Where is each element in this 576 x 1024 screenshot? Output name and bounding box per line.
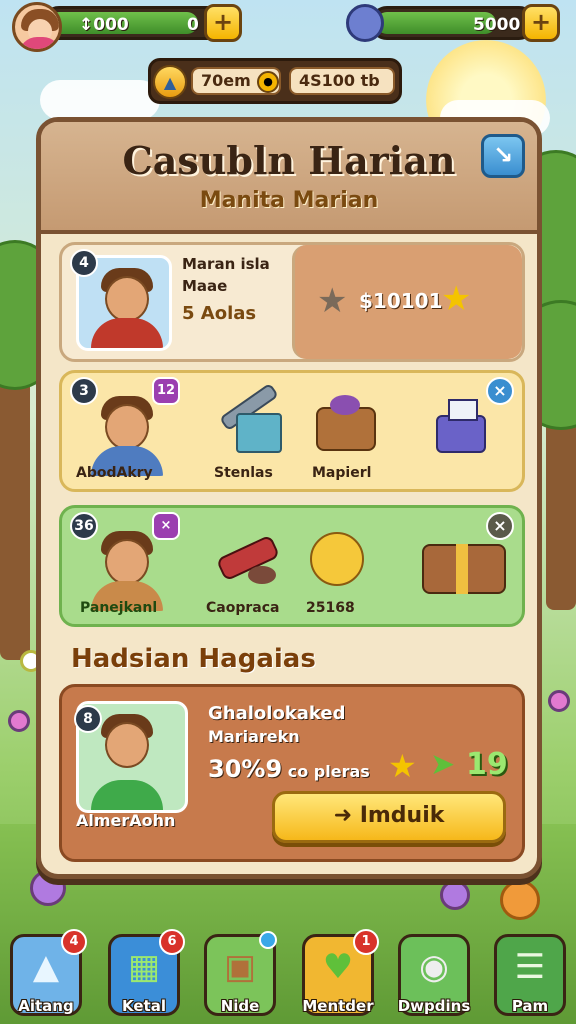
item-label: Mapierl: [312, 465, 372, 481]
flower: [8, 710, 30, 732]
level-badge: 3: [70, 377, 98, 405]
reward-box: ★ $10101 ★: [292, 245, 522, 359]
notification-badge: 1: [353, 929, 379, 955]
compass-icon: ▲: [153, 65, 187, 99]
page-subtitle: Manita Marian: [199, 188, 379, 213]
quest-count: 5 Aolas: [182, 303, 257, 324]
quest-card-featured[interactable]: 4 Maran isla Maae 5 Aolas ★ $10101 ★: [59, 242, 525, 362]
resource-value: ↕000: [79, 15, 129, 35]
item-label: AbodAkry: [76, 465, 153, 481]
item-label: Panejkanl: [80, 600, 158, 616]
dot-icon: [259, 931, 277, 949]
reward-amount: $10101: [359, 289, 443, 313]
item-label: 25168: [306, 600, 355, 616]
nav-item-mentder[interactable]: ♥ 1 Mentder: [302, 929, 379, 1016]
level-badge: 36: [70, 512, 98, 540]
page-title: Casubln Harian: [122, 138, 456, 183]
flower: [440, 880, 470, 910]
section-title: Hadsian Hagaias: [71, 644, 316, 674]
level-badge: 8: [74, 705, 102, 733]
nav-label: Pam: [511, 997, 549, 1015]
drum-icon: ▣: [223, 947, 257, 987]
offer-stat-unit: co pleras: [287, 762, 370, 781]
menu-icon: ☰: [514, 947, 546, 987]
share-button[interactable]: ↘: [481, 134, 525, 178]
offer-stat: 30%9 co pleras: [208, 755, 370, 783]
nav-label: Dwpdins: [397, 997, 471, 1015]
nav-label: Ketal: [122, 997, 166, 1015]
basket-icon: [308, 389, 384, 459]
offer-counter: 19: [466, 747, 508, 782]
tools-icon: [212, 382, 288, 459]
nav-item-ketal[interactable]: ▦ 6 Ketal: [108, 929, 185, 1016]
resource-value-right: 5000: [473, 15, 521, 35]
cloud: [40, 80, 160, 120]
chest-icon: [416, 522, 512, 594]
star-icon: ★: [317, 281, 348, 321]
nav-label: Nide: [220, 997, 260, 1015]
notification-badge: 4: [61, 929, 87, 955]
currency-pill: ▲ 70em ● 4S100 tb: [148, 58, 402, 104]
quest-subname: Maae: [182, 277, 228, 295]
nav-item-pam[interactable]: ☰ Pam: [494, 934, 566, 1016]
film-reel-icon: ◉: [419, 947, 449, 987]
offer-title: Ghalolokaked: [208, 703, 346, 724]
nav-label: Mentder: [302, 997, 374, 1015]
machine-icon: [424, 393, 500, 463]
quest-name: Maran isla: [182, 255, 270, 273]
add-resource-right-button[interactable]: +: [522, 4, 560, 42]
portrait-label: AlmerAohn: [76, 811, 176, 830]
flower: [548, 690, 570, 712]
snail-icon: [300, 524, 376, 594]
offer-subtitle: Mariarekn: [208, 727, 300, 746]
daily-quest-panel: Casubln Harian Manita Marian ↘ 4 Maran i…: [36, 117, 542, 879]
star-icon: ★: [441, 279, 472, 319]
item-label: Stenlas: [214, 465, 273, 481]
nav-item-aitang[interactable]: ▲ 4 Aitang: [10, 929, 87, 1016]
nav-item-dwpdins[interactable]: ◉ Dwpdins: [398, 934, 470, 1016]
claim-button-label: Imduik: [359, 803, 445, 828]
notification-badge: 6: [159, 929, 185, 955]
nav-label: Aitang: [18, 997, 74, 1015]
pipe-icon: [210, 526, 286, 596]
currency-seg-2: 4S100 tb: [289, 67, 395, 95]
player-avatar[interactable]: [12, 2, 62, 52]
featured-offer-card[interactable]: 8 AlmerAohn Ghalolokaked Mariarekn 30%9 …: [59, 684, 525, 862]
quest-card-3[interactable]: 36 × × Panejkanl Caopraca 25168: [59, 505, 525, 627]
quest-card-2[interactable]: 3 12 × AbodAkry Stenlas Mapierl: [59, 370, 525, 492]
resource-value-secondary: 0: [187, 15, 199, 35]
star-icon: ★: [388, 747, 417, 785]
tag-badge: 12: [152, 377, 180, 405]
item-label: Caopraca: [206, 600, 280, 616]
level-badge: 4: [70, 249, 98, 277]
coin-icon: ●: [257, 71, 279, 93]
flower: [500, 880, 540, 920]
offer-stat-value: 30%9: [208, 755, 283, 783]
nav-item-nide[interactable]: ▣ Nide: [204, 931, 277, 1016]
arrow-icon: ➤: [430, 747, 456, 782]
tag-badge: ×: [152, 512, 180, 540]
arrow-icon: ➜: [333, 803, 360, 828]
pet-icon: [346, 4, 384, 42]
bottom-nav: ▲ 4 Aitang ▦ 6 Ketal ▣ Nide ♥ 1 Mentder …: [0, 924, 576, 1024]
resource-bar-right: 5000: [370, 6, 536, 40]
panel-header: Casubln Harian Manita Marian ↘: [41, 122, 537, 234]
claim-button[interactable]: ➜ Imduik: [272, 791, 506, 843]
add-resource-button[interactable]: +: [204, 4, 242, 42]
